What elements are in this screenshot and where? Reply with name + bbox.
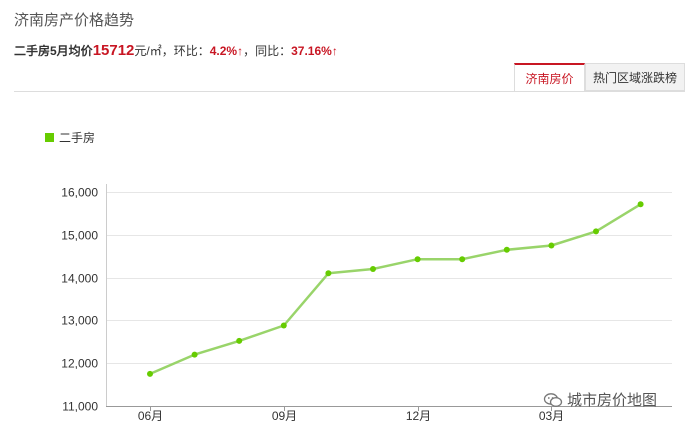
data-point bbox=[459, 256, 466, 263]
y-tick-label: 12,000 bbox=[61, 357, 98, 371]
watermark-text: 城市房价地图 bbox=[567, 392, 658, 409]
price-line-chart: 11,000 12,000 13,000 14,000 15,000 16,000 06月 0… bbox=[61, 184, 672, 423]
series-line bbox=[149, 203, 642, 376]
data-point bbox=[370, 266, 376, 272]
data-point bbox=[593, 228, 599, 235]
y-tick-label: 13,000 bbox=[61, 314, 98, 328]
y-tick-label: 15,000 bbox=[61, 229, 98, 243]
x-tick-label: 06月 bbox=[138, 409, 163, 423]
data-point bbox=[280, 322, 287, 329]
data-point bbox=[236, 337, 243, 344]
data-point bbox=[548, 242, 555, 249]
y-tick-label: 11,000 bbox=[62, 400, 98, 414]
data-point bbox=[414, 256, 421, 263]
data-point bbox=[191, 351, 198, 358]
data-point bbox=[503, 246, 510, 253]
wechat-icon bbox=[543, 392, 563, 407]
data-point bbox=[637, 201, 644, 208]
data-point bbox=[325, 270, 332, 277]
watermark: 城市房价地图 bbox=[543, 389, 657, 410]
x-tick-label: 12月 bbox=[406, 409, 431, 423]
x-tick-label: 09月 bbox=[272, 409, 297, 423]
data-point bbox=[147, 370, 153, 377]
x-tick-label: 03月 bbox=[539, 409, 564, 423]
y-tick-label: 16,000 bbox=[61, 186, 98, 200]
y-tick-label: 14,000 bbox=[61, 272, 98, 286]
